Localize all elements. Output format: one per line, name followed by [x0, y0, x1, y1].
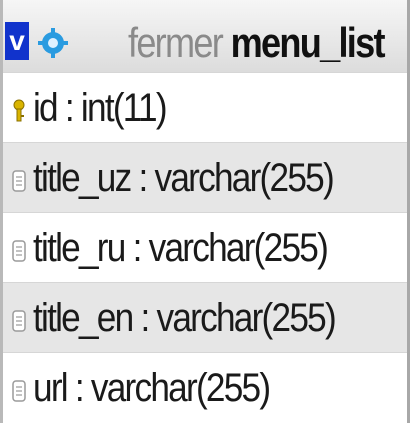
table-header[interactable]: v fermer menu_list — [3, 0, 407, 73]
column-icon — [12, 310, 26, 332]
primary-key-icon — [13, 99, 25, 122]
table-card: v fermermenu_list id : int(11) title_uz — [0, 0, 410, 423]
column-label: id : int(11) — [33, 86, 168, 130]
column-icon — [12, 170, 26, 192]
toggle-button[interactable]: v — [5, 22, 29, 60]
column-row-title-ru[interactable]: title_ru : varchar(255) — [3, 212, 407, 282]
database-name: fermer — [128, 19, 224, 66]
column-icon — [12, 240, 26, 262]
column-icon — [12, 380, 26, 402]
column-label: title_en : varchar(255) — [33, 296, 337, 340]
column-row-title-en[interactable]: title_en : varchar(255) — [3, 282, 407, 352]
column-label: url : varchar(255) — [33, 366, 271, 410]
gear-icon[interactable] — [38, 28, 68, 58]
table-name: menu_list — [230, 19, 386, 66]
column-label: title_ru : varchar(255) — [33, 226, 329, 270]
column-row-title-uz[interactable]: title_uz : varchar(255) — [3, 142, 407, 212]
column-label: title_uz : varchar(255) — [33, 156, 335, 200]
column-row-id[interactable]: id : int(11) — [3, 72, 407, 142]
column-row-url[interactable]: url : varchar(255) — [3, 352, 407, 422]
table-title: fermer menu_list — [128, 16, 386, 70]
